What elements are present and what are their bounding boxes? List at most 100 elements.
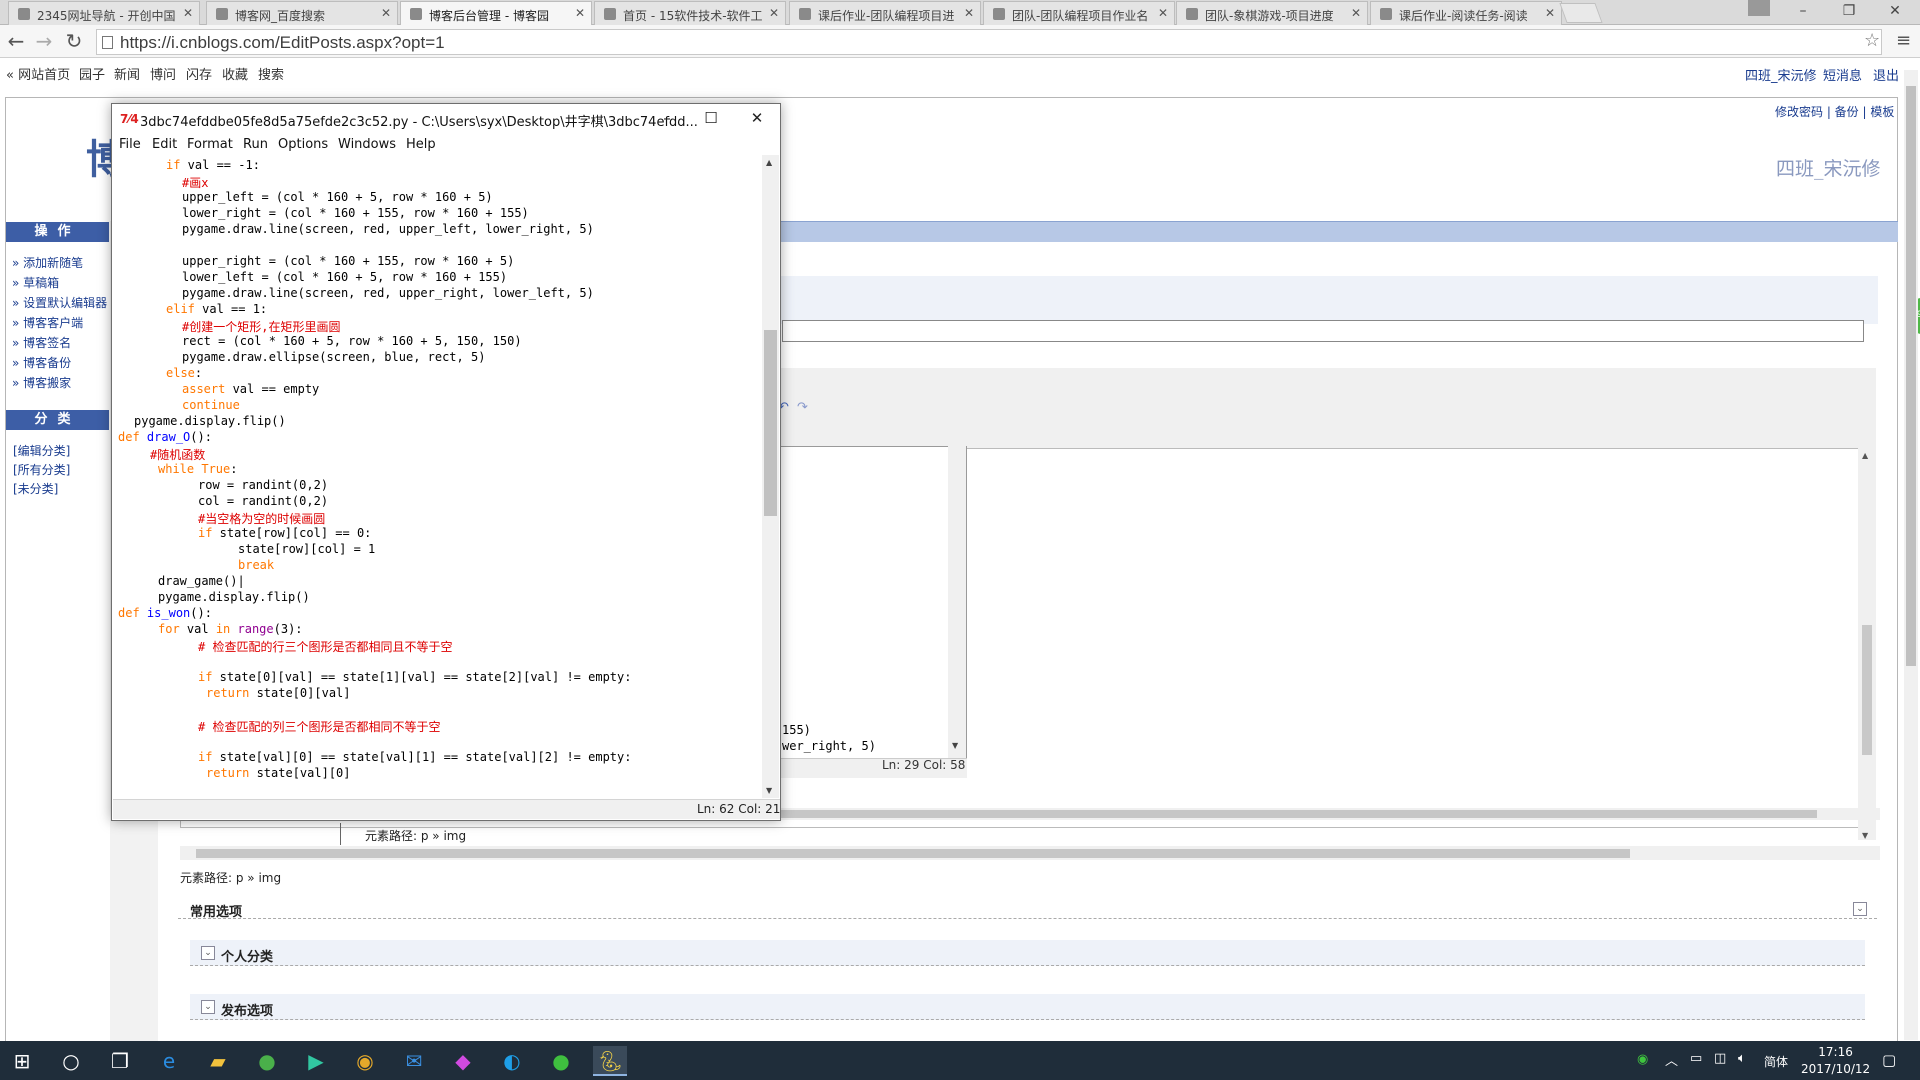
idle-menu-help[interactable]: Help <box>406 137 436 152</box>
menu-icon[interactable]: ≡ <box>1896 30 1911 51</box>
code-scroll-thumb[interactable] <box>764 330 777 516</box>
windows-icon[interactable]: ⊞ <box>5 1046 39 1076</box>
site-nav-link[interactable]: 搜索 <box>258 64 284 83</box>
element-path-outer: 元素路径: p » img <box>180 871 282 885</box>
reload-icon[interactable]: ↻ <box>62 30 86 54</box>
browser-tab[interactable]: 2345网址导航 - 开创中国 ✕ <box>8 1 200 25</box>
idle-menu-options[interactable]: Options <box>278 137 328 152</box>
tab-close-icon[interactable]: ✕ <box>381 6 391 20</box>
site-nav-link[interactable]: 新闻 <box>114 64 140 83</box>
idle-menu-file[interactable]: File <box>119 137 141 152</box>
app-green-icon[interactable]: ● <box>250 1046 284 1076</box>
expand-toggle-icon[interactable]: ⌄ <box>201 946 215 960</box>
idle-menu-format[interactable]: Format <box>187 137 233 152</box>
blog-name[interactable]: 四班_宋沅修 <box>1776 154 1881 181</box>
browser-tab[interactable]: 博客后台管理 - 博客园 ✕ <box>400 1 592 25</box>
idle-minimize-button[interactable]: – <box>647 107 687 131</box>
collapse-options-icon[interactable]: ⌄ <box>1853 902 1867 916</box>
account-links[interactable]: 修改密码 | 备份 | 模板 <box>1775 103 1894 120</box>
search-icon[interactable]: ○ <box>54 1046 88 1076</box>
sidebar-category-link[interactable]: [未分类] <box>13 480 58 497</box>
restore-button[interactable]: ❐ <box>1826 0 1872 24</box>
option-row[interactable] <box>190 994 1865 1020</box>
sidebar-category-link[interactable]: [所有分类] <box>13 461 70 478</box>
redo-icon[interactable]: ↷ <box>797 400 808 415</box>
ime-indicator[interactable]: 简体 <box>1764 1053 1788 1070</box>
site-nav-account-link[interactable]: 短消息 <box>1823 65 1862 84</box>
site-nav-link[interactable]: « 网站首页 <box>6 64 70 83</box>
notification-icon[interactable]: ▢ <box>1882 1051 1896 1069</box>
idle-close-button[interactable]: ✕ <box>737 107 777 131</box>
media-player-icon[interactable]: ▶ <box>299 1046 333 1076</box>
tray-up-icon[interactable]: ︿ <box>1665 1050 1678 1069</box>
code-line: row = randint(0,2) <box>198 478 328 494</box>
sidebar-op-link[interactable]: » 博客备份 <box>12 354 71 371</box>
site-nav-link[interactable]: 园子 <box>79 64 105 83</box>
scroll-up-icon[interactable]: ▲ <box>766 158 772 167</box>
browser-tab[interactable]: 课后作业-阅读任务-阅读 ✕ <box>1370 1 1562 25</box>
bookmark-star-icon[interactable]: ☆ <box>1864 30 1880 51</box>
minimize-button[interactable]: – <box>1780 0 1826 24</box>
tab-close-icon[interactable]: ✕ <box>1351 6 1361 20</box>
sidebar-op-link[interactable]: » 博客搬家 <box>12 374 71 391</box>
maps-icon[interactable]: ◆ <box>446 1046 480 1076</box>
post-title-input[interactable] <box>782 320 1864 342</box>
option-row[interactable] <box>190 940 1865 966</box>
task-view-icon[interactable]: ❐ <box>103 1046 137 1076</box>
sidebar-op-link[interactable]: » 草稿箱 <box>12 274 59 291</box>
site-nav-account-link[interactable]: 四班_宋沅修 <box>1745 65 1817 84</box>
site-nav-link[interactable]: 博问 <box>150 64 176 83</box>
site-nav-account-link[interactable]: 退出 <box>1873 65 1899 84</box>
site-nav-link[interactable]: 收藏 <box>222 64 248 83</box>
idle-maximize-button[interactable]: ☐ <box>691 107 731 131</box>
edge-icon[interactable]: e <box>152 1046 186 1076</box>
browser-tab[interactable]: 团队-象棋游戏-项目进度 ✕ <box>1176 1 1368 25</box>
sidebar-op-link[interactable]: » 添加新随笔 <box>12 254 83 271</box>
background-scrollbar[interactable] <box>948 446 966 758</box>
code-token: val == empty <box>225 382 320 396</box>
scroll-down-icon[interactable]: ▼ <box>1862 831 1868 840</box>
sidebar-op-link[interactable]: » 博客客户端 <box>12 314 83 331</box>
network-icon[interactable]: ◫ <box>1714 1051 1726 1066</box>
sidebar-op-link[interactable]: » 博客签名 <box>12 334 71 351</box>
battery-icon[interactable]: ▭ <box>1690 1051 1702 1066</box>
tab-close-icon[interactable]: ✕ <box>575 6 585 20</box>
back-arrow-icon[interactable]: ← <box>4 30 28 54</box>
scroll-down-icon[interactable]: ▼ <box>766 786 772 795</box>
sidebar-category-link[interactable]: [编辑分类] <box>13 442 70 459</box>
outer-scroll-thumb[interactable] <box>196 849 1630 858</box>
new-tab-button[interactable] <box>1559 3 1603 23</box>
python-idle-icon[interactable]: 🐍︎ <box>593 1046 627 1076</box>
chrome-icon[interactable]: ◉ <box>348 1046 382 1076</box>
scroll-up-icon[interactable]: ▲ <box>1862 451 1868 460</box>
volume-icon[interactable]: 🔈︎ <box>1738 1051 1746 1066</box>
tab-close-icon[interactable]: ✕ <box>964 6 974 20</box>
browser-tab[interactable]: 团队-团队编程项目作业名 ✕ <box>983 1 1175 25</box>
editor-scroll-thumb[interactable] <box>1862 625 1872 755</box>
url-text[interactable]: https://i.cnblogs.com/EditPosts.aspx?opt… <box>120 33 445 53</box>
site-nav-link[interactable]: 闪存 <box>186 64 212 83</box>
page-scroll-thumb[interactable] <box>1906 86 1916 666</box>
file-explorer-icon[interactable]: ▰ <box>201 1046 235 1076</box>
browser-tab[interactable]: 课后作业-团队编程项目进 ✕ <box>789 1 981 25</box>
browser-tab[interactable]: 博客网_百度搜索 ✕ <box>206 1 398 25</box>
browser-tab[interactable]: 首页 - 15软件技术-软件工 ✕ <box>594 1 786 25</box>
idle-menu-windows[interactable]: Windows <box>338 137 396 152</box>
idle-menu-run[interactable]: Run <box>243 137 268 152</box>
qq-browser-icon[interactable]: ◐ <box>495 1046 529 1076</box>
close-window-button[interactable]: ✕ <box>1872 0 1918 24</box>
tab-close-icon[interactable]: ✕ <box>1545 6 1555 20</box>
clock[interactable]: 17:16 2017/10/12 <box>1801 1045 1870 1076</box>
tab-close-icon[interactable]: ✕ <box>1158 6 1168 20</box>
tab-close-icon[interactable]: ✕ <box>183 6 193 20</box>
scroll-down-icon[interactable]: ▼ <box>952 741 958 750</box>
app-green2-icon[interactable]: ● <box>544 1046 578 1076</box>
expand-toggle-icon[interactable]: ⌄ <box>201 1000 215 1014</box>
sidebar-op-link[interactable]: » 设置默认编辑器 <box>12 294 107 311</box>
forward-arrow-icon[interactable]: → <box>32 30 56 54</box>
app-blue-icon[interactable]: ✉ <box>397 1046 431 1076</box>
tab-close-icon[interactable]: ✕ <box>769 6 779 20</box>
profile-icon[interactable] <box>1748 0 1770 16</box>
idle-menu-edit[interactable]: Edit <box>152 137 177 152</box>
wifi-app-icon[interactable]: ◉ <box>1637 1052 1648 1067</box>
